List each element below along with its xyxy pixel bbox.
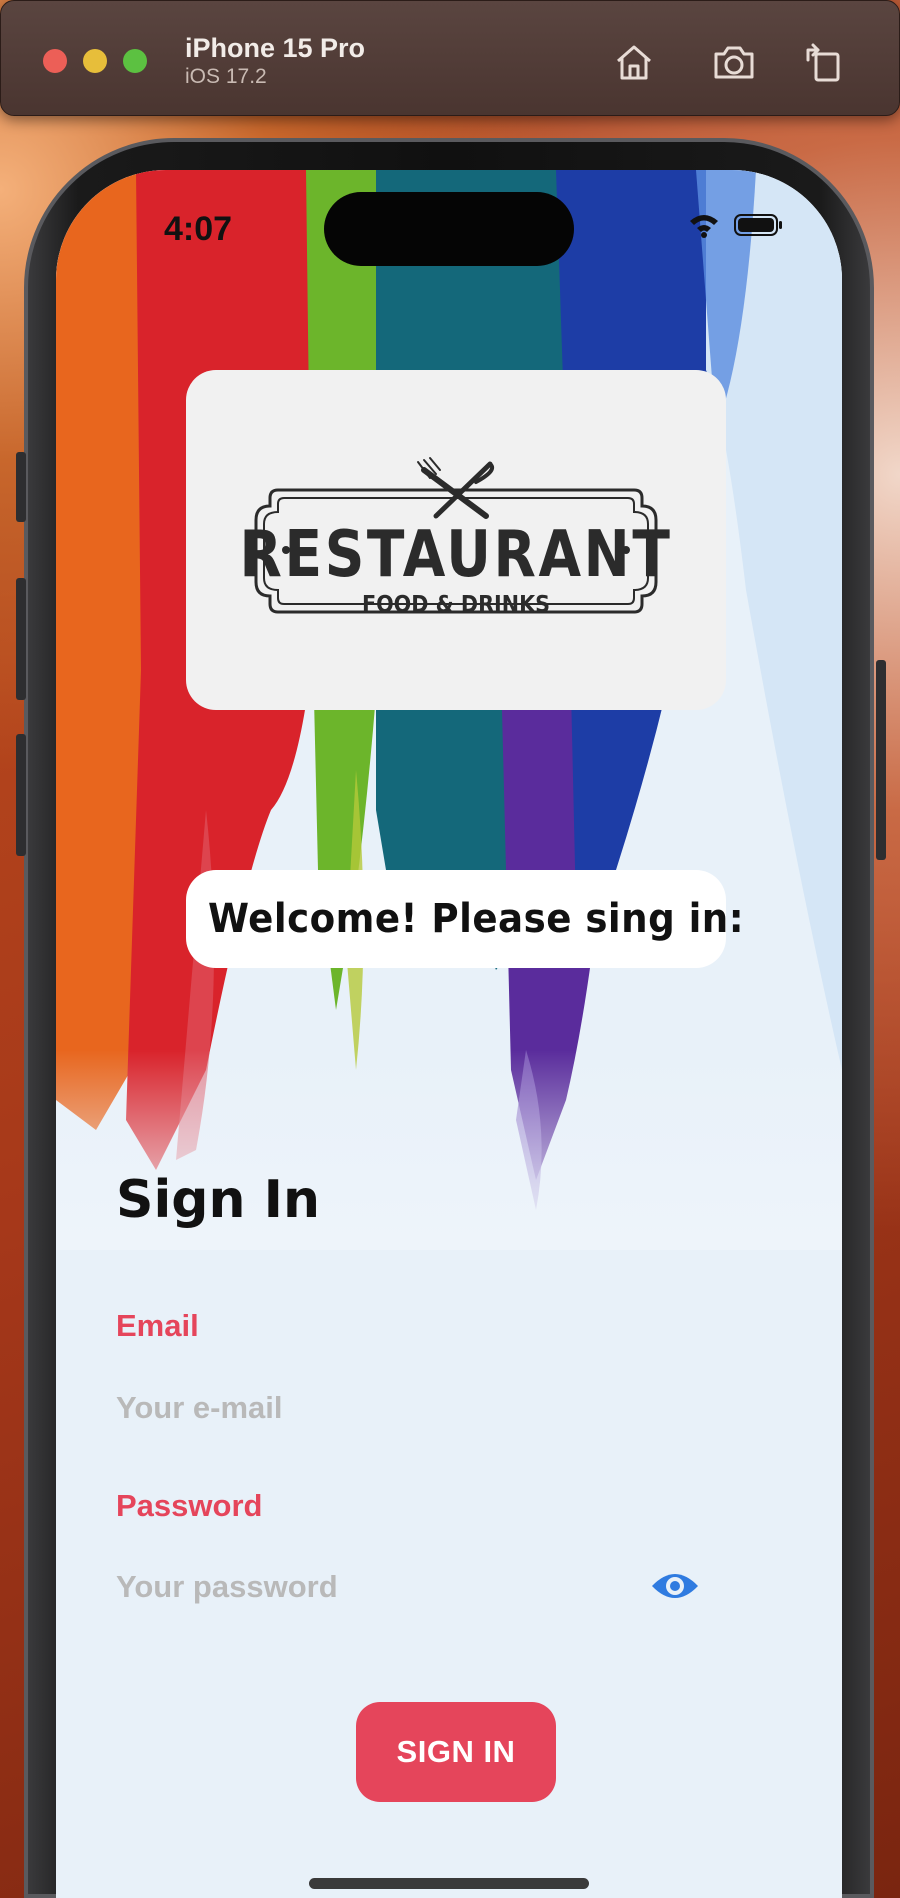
battery-icon (734, 214, 782, 236)
status-time: 4:07 (164, 210, 233, 248)
password-field[interactable] (116, 1563, 616, 1611)
home-icon (617, 45, 651, 80)
status-icons (688, 212, 784, 238)
welcome-text: Welcome! Please sing in: (208, 896, 745, 942)
logo-wordmark: RESTAURANT (239, 518, 673, 592)
rotate-button[interactable] (801, 39, 847, 85)
logo-subtitle: FOOD & DRINKS (361, 592, 551, 618)
zoom-window-button[interactable] (123, 49, 147, 73)
power-button (876, 660, 886, 860)
volume-up-button (16, 578, 26, 700)
email-label: Email (116, 1308, 199, 1343)
action-button (16, 452, 26, 522)
welcome-banner: Welcome! Please sing in: (186, 870, 744, 968)
home-button[interactable] (611, 39, 657, 85)
home-indicator[interactable] (309, 1878, 589, 1889)
device-name: iPhone 15 Pro (185, 33, 366, 63)
email-field[interactable] (116, 1384, 616, 1432)
close-window-button[interactable] (43, 49, 67, 73)
simulator-title-bar: iPhone 15 Pro iOS 17.2 (0, 0, 900, 116)
restaurant-logo-card: RESTAURANT FOOD & DRINKS (186, 370, 726, 710)
volume-down-button (16, 734, 26, 856)
password-label: Password (116, 1488, 263, 1523)
rotate-icon (806, 43, 840, 82)
screenshot-button[interactable] (711, 39, 757, 85)
minimize-window-button[interactable] (83, 49, 107, 73)
dynamic-island (324, 192, 574, 266)
sign-in-button[interactable]: SIGN IN (356, 1702, 556, 1802)
wifi-icon (690, 215, 718, 238)
sign-in-heading: Sign In (116, 1170, 320, 1230)
screenshot-icon (714, 46, 754, 79)
eye-icon[interactable] (650, 1568, 700, 1604)
os-version: iOS 17.2 (185, 65, 267, 88)
phone-screen: 4:07 RESTAURANT FOOD & DRINKS Welcome! P… (56, 170, 842, 1898)
